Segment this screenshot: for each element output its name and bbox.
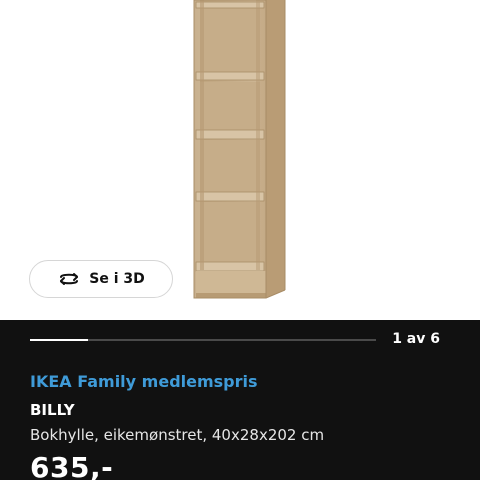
- view-in-3d-button[interactable]: Se i 3D: [29, 260, 173, 298]
- product-image-area[interactable]: Se i 3D: [0, 0, 480, 320]
- rotate-360-icon: [57, 271, 81, 287]
- product-price: 635,-: [30, 451, 114, 484]
- gallery-counter: 1 av 6: [392, 331, 440, 347]
- view-in-3d-label: Se i 3D: [89, 271, 145, 287]
- gallery-progress-fill: [30, 339, 88, 341]
- product-description: Bokhylle, eikemønstret, 40x28x202 cm: [30, 426, 325, 444]
- product-name: BILLY: [30, 401, 75, 419]
- gallery-progress-bar[interactable]: [30, 339, 376, 341]
- family-price-label: IKEA Family medlemspris: [30, 372, 258, 391]
